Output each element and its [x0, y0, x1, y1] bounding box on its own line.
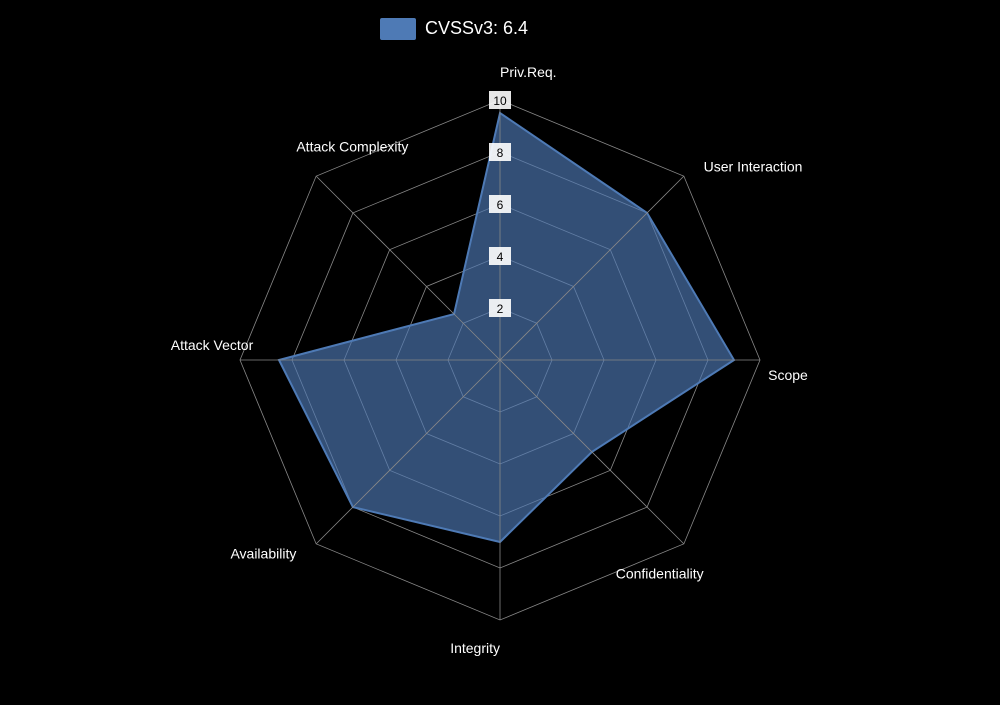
- svg-text:6: 6: [497, 198, 504, 212]
- legend-color-box: [380, 18, 416, 40]
- svg-text:Attack Vector: Attack Vector: [171, 337, 254, 353]
- svg-text:User Interaction: User Interaction: [704, 158, 803, 174]
- svg-text:4: 4: [497, 250, 504, 264]
- svg-text:Priv.Req.: Priv.Req.: [500, 64, 557, 80]
- svg-text:Confidentiality: Confidentiality: [616, 566, 704, 582]
- svg-text:10: 10: [493, 94, 507, 108]
- svg-text:Integrity: Integrity: [450, 640, 500, 656]
- svg-text:Attack Complexity: Attack Complexity: [296, 138, 408, 154]
- legend-label: CVSSv3: 6.4: [425, 18, 528, 38]
- svg-text:2: 2: [497, 302, 504, 316]
- radar-axes: [240, 100, 760, 620]
- svg-text:Scope: Scope: [768, 367, 808, 383]
- chart-container: CVSSv3: 6.4 Attack Vector Attack Complexi…: [0, 0, 1000, 700]
- svg-text:Availability: Availability: [230, 546, 296, 562]
- svg-text:8: 8: [497, 146, 504, 160]
